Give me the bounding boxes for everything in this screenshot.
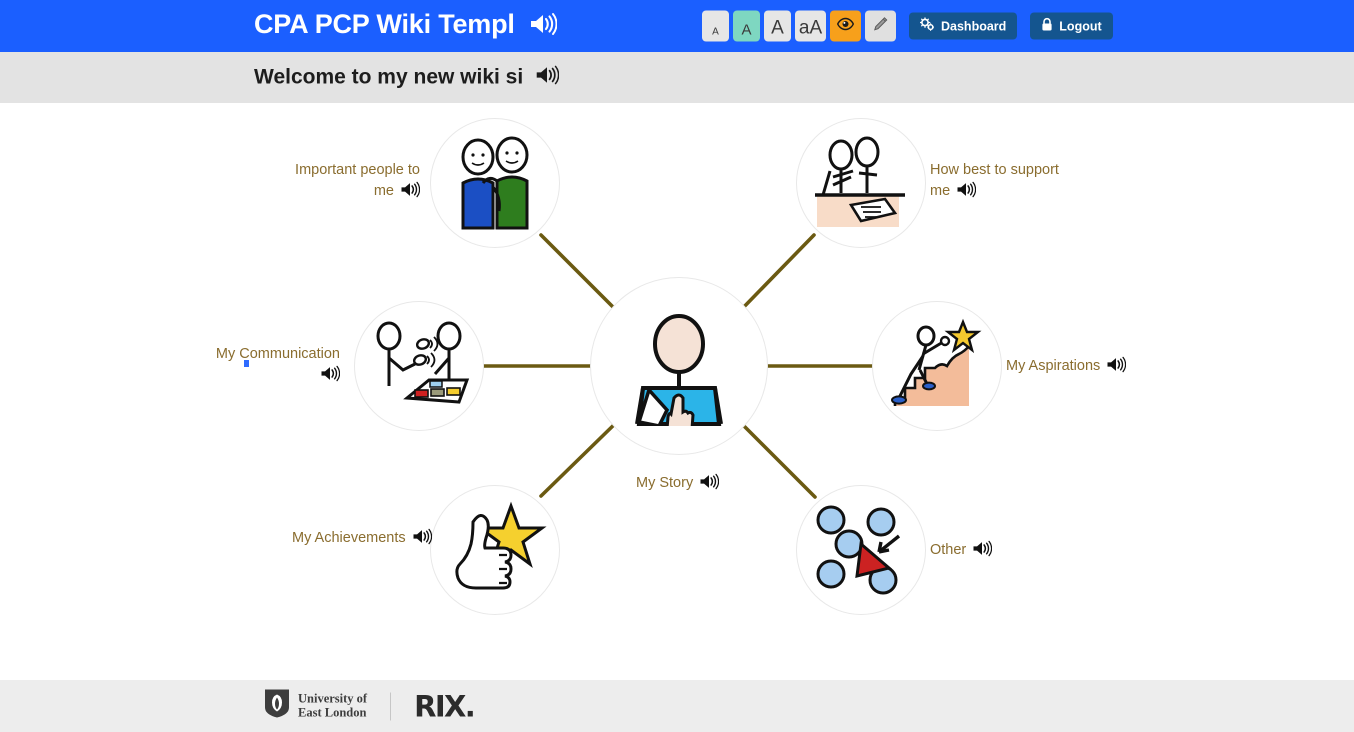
speaker-icon[interactable]: [412, 528, 432, 552]
cogs-icon: [919, 17, 935, 35]
speaker-icon[interactable]: [320, 365, 341, 389]
node-label-my-communication[interactable]: My Communication: [206, 344, 341, 389]
node-label-my-aspirations[interactable]: My Aspirations: [1006, 356, 1127, 380]
edge-top-left: [539, 233, 623, 317]
uel-line-2: East London: [298, 705, 367, 719]
uel-line-1: University of: [298, 691, 368, 706]
dashboard-button-label: Dashboard: [941, 19, 1007, 33]
preview-toggle-button[interactable]: [830, 10, 861, 42]
edge-top-right: [736, 233, 816, 315]
wiki-subtitle-bar: Welcome to my new wiki si: [0, 52, 1354, 103]
wiki-welcome-title: Welcome to my new wiki si: [254, 64, 560, 91]
speaker-icon[interactable]: [400, 181, 421, 205]
speaker-icon[interactable]: [699, 473, 720, 497]
node-label-text: My Communication: [215, 346, 340, 362]
node-bubble-my-achievements[interactable]: [430, 485, 560, 615]
node-bubble-my-story[interactable]: [590, 277, 768, 455]
rix-logo: RIX.: [414, 689, 476, 723]
node-bubble-how-best-support[interactable]: [796, 118, 926, 248]
app-header: CPA PCP Wiki Templ A A A aA Dashboard Lo…: [0, 0, 1354, 52]
footer-logos: University of East London RIX.: [264, 689, 476, 724]
pencil-icon: [873, 17, 888, 36]
node-label-text: My Achievements: [292, 530, 406, 546]
thumbs-up-star-icon: [455, 501, 547, 590]
node-label-text: My Aspirations: [1006, 358, 1101, 374]
header-toolbar: A A A aA Dashboard Logout: [702, 10, 1113, 42]
uel-logo: University of East London: [264, 689, 367, 724]
speaker-icon[interactable]: [956, 181, 977, 205]
edit-button[interactable]: [865, 10, 896, 42]
speaker-icon[interactable]: [529, 12, 558, 43]
node-label-other[interactable]: Other: [930, 540, 993, 564]
node-label-text: Other: [930, 542, 967, 558]
eye-icon: [836, 17, 855, 35]
page-title-text: CPA PCP Wiki Templ: [254, 9, 515, 39]
node-label-text: How best to support me: [930, 162, 1059, 199]
font-size-small-button[interactable]: A: [733, 10, 760, 42]
node-label-my-achievements[interactable]: My Achievements: [292, 528, 432, 552]
mindmap-canvas: My Story Important people to me How best…: [0, 103, 1354, 680]
speaker-icon[interactable]: [1106, 356, 1127, 380]
edge-bottom-right: [735, 417, 817, 499]
logout-button[interactable]: Logout: [1030, 12, 1113, 40]
dashboard-button[interactable]: Dashboard: [909, 12, 1018, 40]
wiki-welcome-text: Welcome to my new wiki si: [254, 65, 524, 88]
logout-button-label: Logout: [1059, 19, 1102, 33]
person-pointing-self-icon: [635, 314, 723, 426]
node-label-text: My Story: [636, 475, 694, 491]
climbing-to-star-icon: [891, 318, 982, 406]
two-people-icon: [461, 136, 529, 230]
font-size-smallest-button[interactable]: A: [702, 10, 729, 42]
node-bubble-my-aspirations[interactable]: [872, 301, 1002, 431]
edge-bottom-left: [539, 415, 624, 498]
two-people-at-table-icon: [815, 136, 905, 227]
uel-crest-icon: [264, 689, 290, 724]
uel-logo-text: University of East London: [298, 691, 368, 720]
app-footer: University of East London RIX.: [0, 680, 1354, 732]
communication-board-icon: [376, 321, 470, 404]
node-label-my-story[interactable]: My Story: [636, 473, 720, 497]
node-bubble-important-people[interactable]: [430, 118, 560, 248]
node-label-how-best-support[interactable]: How best to support me: [930, 160, 1080, 205]
circles-triangle-icon: [816, 505, 901, 595]
font-size-largest-button[interactable]: aA: [795, 10, 826, 42]
speaker-icon[interactable]: [972, 540, 993, 564]
node-label-important-people[interactable]: Important people to me: [284, 160, 421, 205]
node-bubble-my-communication[interactable]: [354, 301, 484, 431]
node-bubble-other[interactable]: [796, 485, 926, 615]
font-size-large-button[interactable]: A: [764, 10, 791, 42]
page-title: CPA PCP Wiki Templ: [254, 9, 558, 43]
lock-icon: [1041, 17, 1053, 35]
logo-divider: [390, 692, 392, 720]
speaker-icon[interactable]: [535, 64, 560, 91]
